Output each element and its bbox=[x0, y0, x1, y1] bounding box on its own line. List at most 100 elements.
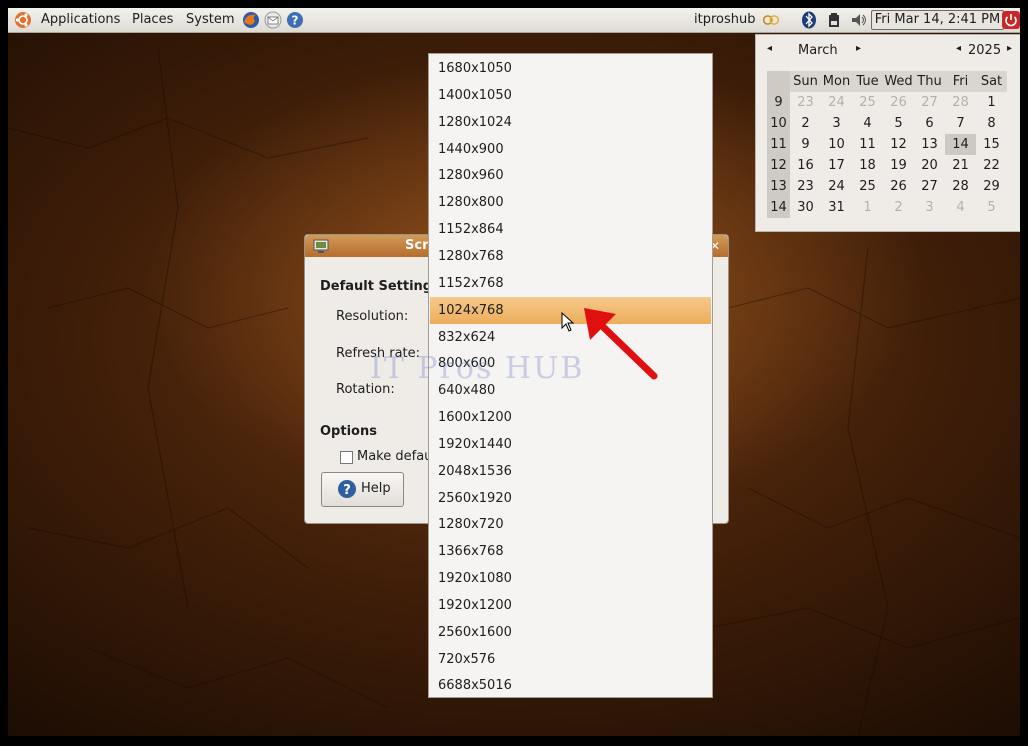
username-label[interactable]: itproshub bbox=[694, 8, 755, 32]
prev-month-icon[interactable]: ◂ bbox=[767, 43, 772, 54]
week-number: 9 bbox=[767, 92, 790, 113]
resolution-option[interactable]: 1152x864 bbox=[430, 216, 711, 243]
calendar-day[interactable]: 24 bbox=[821, 176, 852, 197]
calendar-day[interactable]: 13 bbox=[914, 134, 945, 155]
calendar-day[interactable]: 1 bbox=[976, 92, 1007, 113]
resolution-option[interactable]: 1280x960 bbox=[430, 162, 711, 189]
calendar-day[interactable]: 3 bbox=[821, 113, 852, 134]
calendar-day[interactable]: 5 bbox=[976, 197, 1007, 218]
resolution-option[interactable]: 1280x768 bbox=[430, 243, 711, 270]
calendar-day[interactable]: 23 bbox=[790, 92, 821, 113]
make-default-label: Make defau bbox=[357, 449, 433, 464]
calendar-week: 11 9 10 11 12 13 14 15 bbox=[767, 134, 1007, 155]
resolution-option[interactable]: 1920x1080 bbox=[430, 565, 711, 592]
week-number: 12 bbox=[767, 155, 790, 176]
week-number: 13 bbox=[767, 176, 790, 197]
resolution-option[interactable]: 1920x1200 bbox=[430, 592, 711, 619]
next-month-icon[interactable]: ▸ bbox=[856, 43, 861, 54]
calendar-day[interactable]: 6 bbox=[914, 113, 945, 134]
calendar-day[interactable]: 15 bbox=[976, 134, 1007, 155]
next-year-icon[interactable]: ▸ bbox=[1007, 43, 1012, 54]
calendar-popup: ◂ March ▸ ◂ 2025 ▸ Sun Mon Tue Wed Thu F… bbox=[755, 34, 1020, 232]
week-number: 14 bbox=[767, 197, 790, 218]
volume-icon[interactable] bbox=[850, 11, 868, 29]
calendar-day[interactable]: 20 bbox=[914, 155, 945, 176]
calendar-day[interactable]: 26 bbox=[883, 176, 914, 197]
resolution-option[interactable]: 1280x1024 bbox=[430, 109, 711, 136]
calendar-day[interactable]: 23 bbox=[790, 176, 821, 197]
calendar-day[interactable]: 8 bbox=[976, 113, 1007, 134]
calendar-day[interactable]: 31 bbox=[821, 197, 852, 218]
calendar-month: March bbox=[798, 43, 838, 58]
ubuntu-logo-icon[interactable] bbox=[14, 11, 32, 29]
week-number: 11 bbox=[767, 134, 790, 155]
make-default-checkbox[interactable] bbox=[340, 451, 353, 464]
calendar-day[interactable]: 5 bbox=[883, 113, 914, 134]
resolution-option[interactable]: 1366x768 bbox=[430, 538, 711, 565]
resolution-option[interactable]: 720x576 bbox=[430, 646, 711, 673]
resolution-option[interactable]: 1400x1050 bbox=[430, 82, 711, 109]
calendar-day[interactable]: 12 bbox=[883, 134, 914, 155]
prev-year-icon[interactable]: ◂ bbox=[956, 43, 961, 54]
calendar-day[interactable]: 25 bbox=[852, 92, 883, 113]
calendar-day[interactable]: 7 bbox=[945, 113, 976, 134]
calendar-day[interactable]: 1 bbox=[852, 197, 883, 218]
firefox-icon[interactable] bbox=[242, 11, 260, 29]
calendar-day-selected[interactable]: 14 bbox=[945, 134, 976, 155]
network-icon[interactable] bbox=[762, 11, 780, 29]
calendar-day[interactable]: 21 bbox=[945, 155, 976, 176]
calendar-day[interactable]: 19 bbox=[883, 155, 914, 176]
resolution-option[interactable]: 1680x1050 bbox=[430, 55, 711, 82]
resolution-option[interactable]: 1280x720 bbox=[430, 511, 711, 538]
calendar-day[interactable]: 4 bbox=[945, 197, 976, 218]
red-arrow-annotation bbox=[584, 308, 658, 380]
resolution-option[interactable]: 1280x800 bbox=[430, 189, 711, 216]
resolution-option[interactable]: 2048x1536 bbox=[430, 458, 711, 485]
resolution-option[interactable]: 1152x768 bbox=[430, 270, 711, 297]
calendar-day[interactable]: 17 bbox=[821, 155, 852, 176]
help-icon[interactable]: ? bbox=[286, 11, 304, 29]
calendar-day[interactable]: 28 bbox=[945, 92, 976, 113]
mail-icon[interactable] bbox=[264, 11, 282, 29]
calendar-week: 14 30 31 1 2 3 4 5 bbox=[767, 197, 1007, 218]
clock-button[interactable]: Fri Mar 14, 2:41 PM bbox=[871, 10, 1004, 30]
calendar-day[interactable]: 24 bbox=[821, 92, 852, 113]
resolution-option[interactable]: 6688x5016 bbox=[430, 672, 711, 699]
calendar-year: 2025 bbox=[968, 43, 1002, 58]
help-button[interactable]: ? Help bbox=[321, 472, 404, 507]
calendar-day[interactable]: 10 bbox=[821, 134, 852, 155]
calendar-day[interactable]: 28 bbox=[945, 176, 976, 197]
dialog-title: Scr bbox=[405, 238, 429, 253]
calendar-day[interactable]: 3 bbox=[914, 197, 945, 218]
calendar-day[interactable]: 27 bbox=[914, 92, 945, 113]
calendar-day[interactable]: 9 bbox=[790, 134, 821, 155]
day-name: Mon bbox=[821, 71, 852, 92]
menu-places[interactable]: Places bbox=[132, 8, 173, 32]
calendar-day[interactable]: 25 bbox=[852, 176, 883, 197]
calendar-day[interactable]: 18 bbox=[852, 155, 883, 176]
bluetooth-icon[interactable] bbox=[800, 11, 818, 29]
menu-system[interactable]: System bbox=[186, 8, 234, 32]
calendar-day[interactable]: 27 bbox=[914, 176, 945, 197]
menu-applications[interactable]: Applications bbox=[41, 8, 120, 32]
calendar-grid: Sun Mon Tue Wed Thu Fri Sat 9 23 24 25 2… bbox=[767, 71, 1007, 218]
day-name: Thu bbox=[914, 71, 945, 92]
calendar-day[interactable]: 2 bbox=[883, 197, 914, 218]
calendar-day[interactable]: 2 bbox=[790, 113, 821, 134]
resolution-option[interactable]: 1920x1440 bbox=[430, 431, 711, 458]
calendar-day[interactable]: 16 bbox=[790, 155, 821, 176]
resolution-option[interactable]: 2560x1920 bbox=[430, 485, 711, 512]
shutdown-icon[interactable] bbox=[1002, 11, 1020, 29]
battery-icon[interactable] bbox=[826, 11, 844, 29]
calendar-day[interactable]: 4 bbox=[852, 113, 883, 134]
calendar-day[interactable]: 29 bbox=[976, 176, 1007, 197]
resolution-option[interactable]: 1440x900 bbox=[430, 136, 711, 163]
calendar-day[interactable]: 30 bbox=[790, 197, 821, 218]
default-settings-heading: Default Setting bbox=[320, 279, 433, 294]
calendar-day[interactable]: 11 bbox=[852, 134, 883, 155]
calendar-day[interactable]: 26 bbox=[883, 92, 914, 113]
desktop: Applications Places System ? itproshub F… bbox=[8, 8, 1020, 736]
resolution-option[interactable]: 2560x1600 bbox=[430, 619, 711, 646]
resolution-option[interactable]: 1600x1200 bbox=[430, 404, 711, 431]
calendar-day[interactable]: 22 bbox=[976, 155, 1007, 176]
